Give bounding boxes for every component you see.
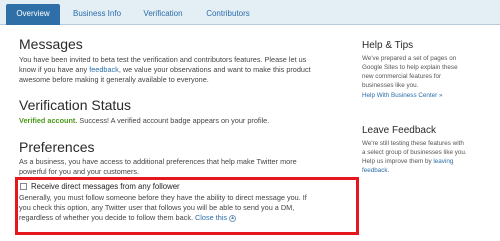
preferences-heading: Preferences xyxy=(19,139,95,155)
option-desc-line-3: regardless of whether you decide to foll… xyxy=(19,213,237,223)
tab-contributors[interactable]: Contributors xyxy=(197,4,259,25)
leave-feedback-heading: Leave Feedback xyxy=(362,125,436,136)
option-desc-line-2: you check this option, any Twitter user … xyxy=(19,203,295,212)
help-text-1: We've prepared a set of pages on xyxy=(362,55,457,62)
tab-overview[interactable]: Overview xyxy=(6,4,60,25)
help-text-3: new commercial features for xyxy=(362,73,442,80)
messages-line-3: awesome before making it generally avail… xyxy=(19,75,209,84)
feedback-text-2: a select group of businesses like you. xyxy=(362,149,467,156)
messages-line-1: You have been invited to beta test the v… xyxy=(19,55,307,64)
tab-business-info[interactable]: Business Info xyxy=(64,4,130,25)
preferences-line-1: As a business, you have access to additi… xyxy=(19,157,297,166)
feedback-text-3-pre: Help us improve them by xyxy=(362,158,434,165)
business-center-page: Overview Business Info Verification Cont… xyxy=(0,0,500,241)
feedback-text-3: Help us improve them by leaving xyxy=(362,158,453,167)
dm-any-follower-checkbox[interactable] xyxy=(20,183,27,190)
feedback-link-2[interactable]: feedback xyxy=(362,167,388,174)
verified-status: Verified account. xyxy=(19,116,78,125)
option-desc-line-1: Generally, you must follow someone befor… xyxy=(19,193,307,202)
help-text-4: businesses like you. xyxy=(362,82,419,89)
tab-verification[interactable]: Verification xyxy=(134,4,192,25)
verification-status-line: Verified account. Success! A verified ac… xyxy=(19,116,269,126)
messages-line-2-pre: know if you have any xyxy=(19,65,90,74)
feedback-text-4-post: . xyxy=(387,167,390,174)
messages-line-2-post: , we value your observations and want to… xyxy=(118,65,311,74)
leaving-feedback-link[interactable]: leaving xyxy=(433,158,453,165)
close-this-link[interactable]: Close this xyxy=(195,213,227,222)
chevron-up-icon[interactable]: ▲ xyxy=(229,214,237,222)
option-desc-line-3-text: regardless of whether you decide to foll… xyxy=(19,213,196,222)
dm-any-follower-label[interactable]: Receive direct messages from any followe… xyxy=(31,182,180,192)
tab-bar: Overview Business Info Verification Cont… xyxy=(0,0,500,25)
verification-heading: Verification Status xyxy=(19,97,132,113)
verified-detail: Success! A verified account badge appear… xyxy=(77,116,270,125)
help-tips-heading: Help & Tips xyxy=(362,40,414,51)
help-text-2: Google Sites to help explain these xyxy=(362,64,458,71)
feedback-text-1: We're still testing these features with xyxy=(362,140,464,147)
preferences-line-2: powerful for you and your customers. xyxy=(19,167,140,176)
messages-heading: Messages xyxy=(19,36,83,52)
feedback-link[interactable]: feedback xyxy=(89,65,119,74)
feedback-text-4: feedback. xyxy=(362,167,389,176)
messages-line-2: know if you have any feedback, we value … xyxy=(19,65,311,75)
help-business-center-link[interactable]: Help With Business Center » xyxy=(362,92,443,101)
